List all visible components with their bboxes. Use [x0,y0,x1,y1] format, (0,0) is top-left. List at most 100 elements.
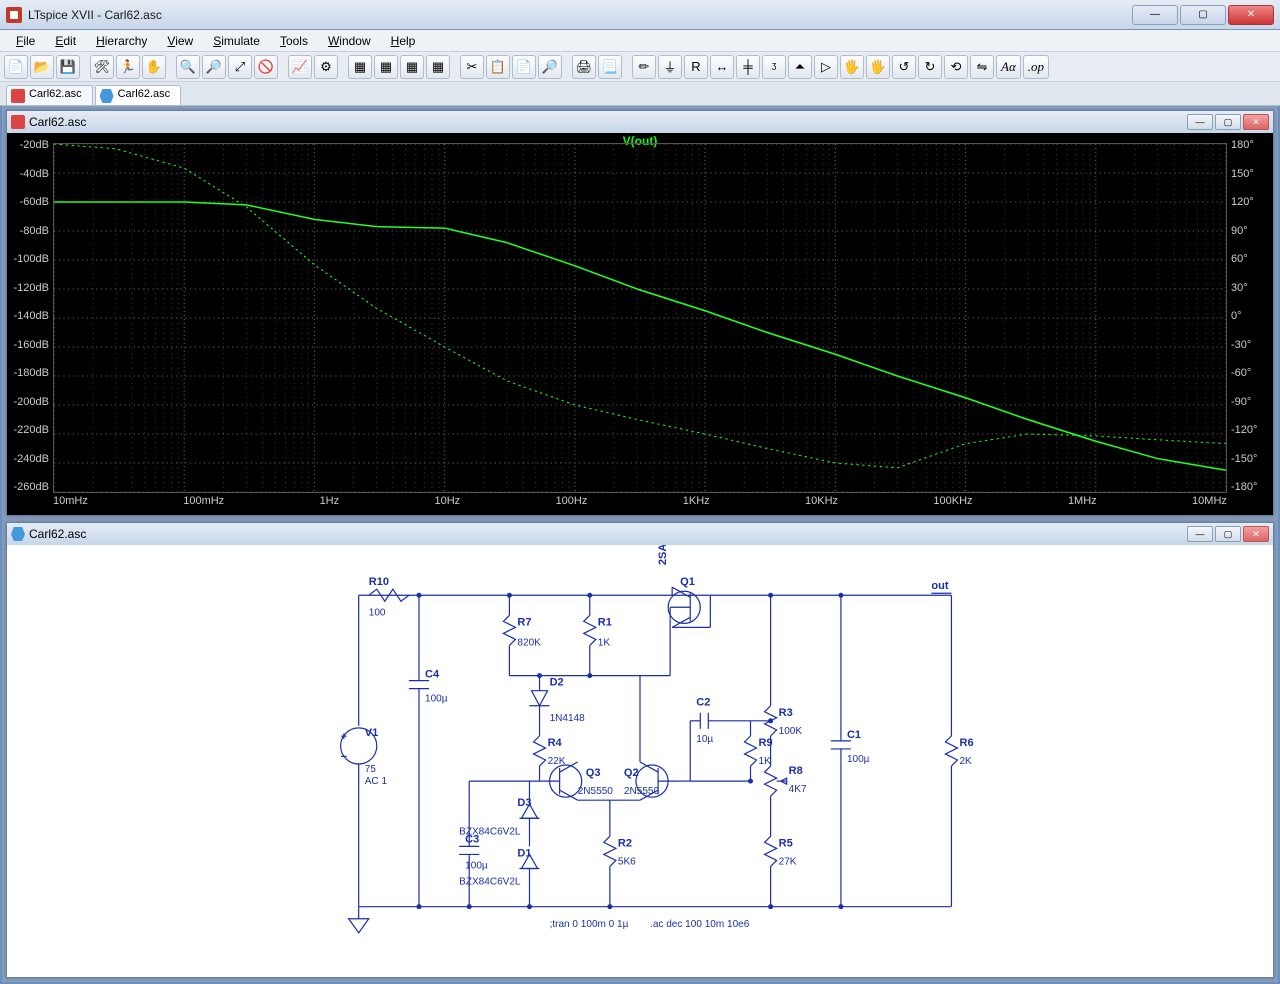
tool-resistor[interactable]: R [684,55,708,79]
app-icon [6,7,22,23]
tool-tile3[interactable]: ▦ [400,55,424,79]
tool-inductor[interactable]: ᶾ [762,55,786,79]
menu-edit[interactable]: Edit [45,32,86,50]
menu-simulate[interactable]: Simulate [203,32,270,50]
tool-open[interactable]: 📂 [30,55,54,79]
svg-text:4K7: 4K7 [789,784,807,795]
sch-max-button[interactable]: ▢ [1215,526,1241,542]
menu-window[interactable]: Window [318,32,381,50]
waveform-icon [11,89,25,103]
menu-tools[interactable]: Tools [270,32,318,50]
svg-text:100K: 100K [779,726,803,737]
svg-text:1K: 1K [759,756,772,767]
svg-text:C2: C2 [696,697,710,709]
tool-cut[interactable]: ✂ [460,55,484,79]
sch-close-button[interactable]: ✕ [1243,526,1269,542]
svg-text:100µ: 100µ [847,754,870,765]
svg-text:100µ: 100µ [465,860,488,871]
tab-schematic[interactable]: Carl62.asc [95,85,182,105]
schematic-window: Carl62.asc — ▢ ✕ + − V1 75 [6,522,1274,978]
tool-netlabel[interactable]: ↔ [710,55,734,79]
plot-close-button[interactable]: ✕ [1243,114,1269,130]
plot-window-title: Carl62.asc [29,115,86,129]
svg-text:R2: R2 [618,837,632,849]
tool-drag[interactable]: 🖐 [866,55,890,79]
svg-text:R8: R8 [789,765,803,777]
schematic-icon [100,89,114,103]
bode-plot[interactable]: V(out) -20dB-40dB -60dB-80dB -100dB-120d… [7,133,1273,515]
tool-run[interactable]: 🏃 [116,55,140,79]
toolbar: 📄 📂 💾 🛠 🏃 ✋ 🔍 🔎 ⤢ 🚫 📈 ⚙ ▦ ▦ ▦ ▦ ✂ 📋 📄 🔎 … [0,52,1280,82]
svg-text:D1: D1 [517,847,531,859]
schematic-window-title: Carl62.asc [29,527,86,541]
tool-new[interactable]: 📄 [4,55,28,79]
tab-label: Carl62.asc [29,88,82,100]
y-axis-right[interactable]: 180°150° 120°90° 60°30° 0°-30° -60°-90° … [1227,139,1273,493]
tool-tile2[interactable]: ▦ [374,55,398,79]
tool-hammer[interactable]: 🛠 [90,55,114,79]
svg-text:+: + [341,731,347,743]
tool-rotate[interactable]: ⟲ [944,55,968,79]
tool-tile4[interactable]: ▦ [426,55,450,79]
x-axis[interactable]: 10mHz100mHz 1Hz10Hz 100Hz1KHz 10KHz100KH… [53,495,1227,513]
tool-drawwire[interactable]: ✏ [632,55,656,79]
svg-text:5K6: 5K6 [618,856,636,867]
tool-copy[interactable]: 📋 [486,55,510,79]
minimize-button[interactable]: — [1132,5,1178,25]
svg-text:2K: 2K [959,756,972,767]
tool-undo[interactable]: ↺ [892,55,916,79]
tool-zoomoff[interactable]: 🚫 [254,55,278,79]
tool-text[interactable]: Aα [996,55,1021,79]
tool-paste[interactable]: 📄 [512,55,536,79]
menu-hierarchy[interactable]: Hierarchy [86,32,157,50]
tool-autorange[interactable]: 📈 [288,55,312,79]
schematic-canvas[interactable]: + − V1 75 AC 1 R10 100 C4 100µ [7,545,1273,977]
tool-find[interactable]: 🔎 [538,55,562,79]
svg-text:1N4148: 1N4148 [550,713,586,724]
tool-diode[interactable]: ⏶ [788,55,812,79]
tool-move[interactable]: 🖐 [840,55,864,79]
tool-spicedir[interactable]: .op [1023,55,1049,79]
tool-component[interactable]: ▷ [814,55,838,79]
tool-printsetup[interactable]: 📃 [598,55,622,79]
tool-cap[interactable]: ╪ [736,55,760,79]
tool-zoomin[interactable]: 🔍 [176,55,200,79]
waveform-icon [11,115,25,129]
tool-save[interactable]: 💾 [56,55,80,79]
window-controls: — ▢ ✕ [1130,5,1274,25]
schematic-svg: + − V1 75 AC 1 R10 100 C4 100µ [7,545,1273,977]
tool-print[interactable]: 🖨 [572,55,596,79]
y-axis-left[interactable]: -20dB-40dB -60dB-80dB -100dB-120dB -140d… [7,139,53,493]
plot-window: Carl62.asc — ▢ ✕ V(out) -20dB-40dB -60dB… [6,110,1274,516]
tool-tile1[interactable]: ▦ [348,55,372,79]
menu-file[interactable]: File [6,32,45,50]
tool-zoomout[interactable]: 🔎 [202,55,226,79]
schematic-window-titlebar[interactable]: Carl62.asc — ▢ ✕ [7,523,1273,545]
svg-text:D3: D3 [517,797,531,809]
svg-text:Q2: Q2 [624,767,639,779]
svg-text:10µ: 10µ [696,734,713,745]
plot-max-button[interactable]: ▢ [1215,114,1241,130]
svg-text:100: 100 [369,607,386,618]
maximize-button[interactable]: ▢ [1180,5,1226,25]
menu-help[interactable]: Help [381,32,426,50]
app-titlebar: LTspice XVII - Carl62.asc — ▢ ✕ [0,0,1280,30]
svg-text:820K: 820K [517,637,541,648]
close-button[interactable]: ✕ [1228,5,1274,25]
menu-view[interactable]: View [157,32,203,50]
tool-mirror[interactable]: ⇋ [970,55,994,79]
tool-settings[interactable]: ⚙ [314,55,338,79]
svg-text:R5: R5 [779,837,793,849]
svg-text:2N5550: 2N5550 [578,786,614,797]
tool-redo[interactable]: ↻ [918,55,942,79]
tool-zoomfit[interactable]: ⤢ [228,55,252,79]
sch-min-button[interactable]: — [1187,526,1213,542]
tool-ground[interactable]: ⏚ [658,55,682,79]
tool-pan[interactable]: ✋ [142,55,166,79]
document-tabs: Carl62.asc Carl62.asc [0,82,1280,106]
plot-min-button[interactable]: — [1187,114,1213,130]
tab-waveform[interactable]: Carl62.asc [6,85,93,105]
svg-text:V1: V1 [365,727,379,739]
schematic-icon [11,527,25,541]
plot-window-titlebar[interactable]: Carl62.asc — ▢ ✕ [7,111,1273,133]
